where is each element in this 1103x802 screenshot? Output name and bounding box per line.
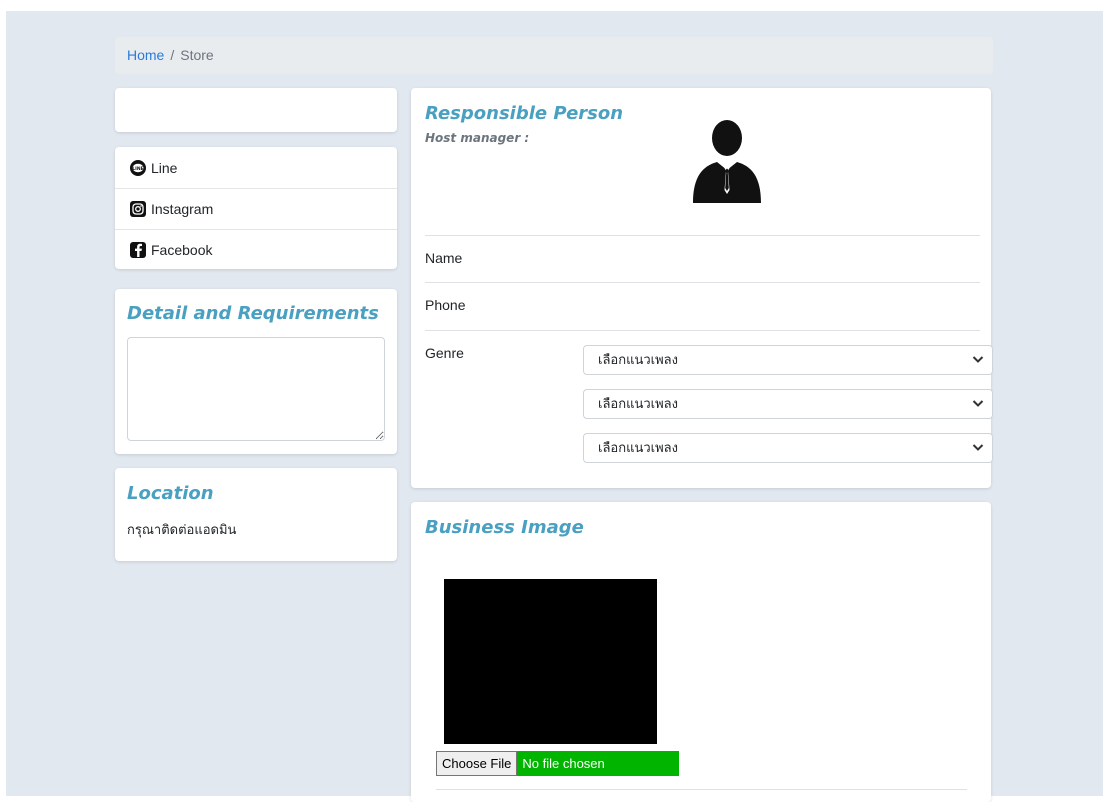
host-manager-label: Host manager :	[425, 131, 530, 145]
responsible-title: Responsible Person	[425, 103, 624, 124]
responsible-person-card: Responsible Person Host manager : Name P…	[411, 88, 993, 488]
chevron-down-icon	[972, 434, 984, 471]
social-item-label: Facebook	[151, 242, 213, 258]
store-header-card	[115, 88, 397, 132]
detail-title: Detail and Requirements	[127, 303, 379, 324]
name-row: Name	[425, 235, 980, 283]
social-item-label: Instagram	[151, 201, 214, 217]
breadcrumb-current: Store	[180, 47, 214, 63]
social-item-instagram[interactable]: Instagram	[115, 188, 397, 229]
person-in-suit-icon	[691, 118, 763, 204]
name-label: Name	[425, 250, 463, 266]
breadcrumb-home-link[interactable]: Home	[127, 47, 164, 63]
svg-text:LINE: LINE	[132, 165, 143, 171]
breadcrumb-separator: /	[170, 47, 175, 63]
facebook-icon	[130, 242, 146, 258]
file-input[interactable]: Choose File No file chosen	[436, 751, 680, 776]
phone-label: Phone	[425, 297, 466, 313]
location-title: Location	[127, 483, 214, 504]
genre-select-3[interactable]: เลือกแนวเพลง	[583, 433, 993, 463]
detail-textarea[interactable]	[127, 337, 385, 441]
location-card: Location กรุณาติดต่อแอดมิน	[115, 468, 397, 561]
genre-row: Genre เลือกแนวเพลง เลือกแนวเพลง เลือกแนว…	[425, 330, 993, 471]
divider	[436, 789, 967, 790]
chevron-down-icon	[972, 346, 984, 383]
breadcrumb: Home / Store	[115, 37, 993, 74]
file-status-text: No file chosen	[517, 751, 680, 776]
social-item-line[interactable]: LINE Line	[115, 147, 397, 188]
genre-select-value: เลือกแนวเพลง	[598, 396, 678, 411]
genre-select-value: เลือกแนวเพลง	[598, 352, 678, 367]
social-item-label: Line	[151, 159, 178, 176]
social-item-facebook[interactable]: Facebook	[115, 229, 397, 270]
choose-file-button[interactable]: Choose File	[436, 751, 518, 776]
location-text: กรุณาติดต่อแอดมิน	[127, 522, 237, 537]
business-image-title: Business Image	[425, 517, 584, 538]
phone-row: Phone	[425, 282, 980, 331]
genre-select-1[interactable]: เลือกแนวเพลง	[583, 345, 993, 375]
chevron-down-icon	[972, 390, 984, 427]
genre-label: Genre	[425, 345, 464, 361]
line-icon: LINE	[130, 159, 146, 176]
genre-select-2[interactable]: เลือกแนวเพลง	[583, 389, 993, 419]
business-image-card: Business Image Choose File No file chose…	[411, 502, 991, 802]
business-image-preview	[444, 579, 657, 744]
instagram-icon	[130, 201, 146, 217]
detail-card: Detail and Requirements	[115, 289, 397, 454]
social-links-card: LINE Line Instagram Facebook	[115, 147, 397, 269]
genre-select-value: เลือกแนวเพลง	[598, 440, 678, 455]
